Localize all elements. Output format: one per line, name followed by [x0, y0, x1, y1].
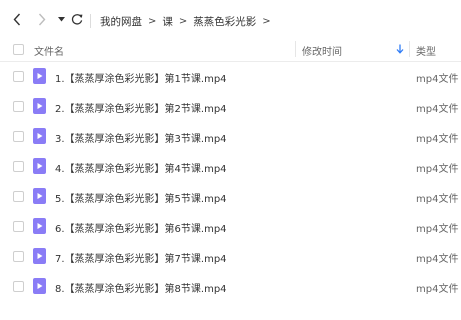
breadcrumb-separator: >	[148, 15, 157, 27]
file-list-header: 文件名 修改时间 类型	[0, 39, 461, 62]
breadcrumb-item-root[interactable]: 我的网盘	[100, 14, 142, 29]
breadcrumb-separator: >	[178, 15, 188, 27]
refresh-icon	[71, 14, 83, 25]
arrow-down-icon[interactable]	[396, 44, 404, 54]
row-checkbox[interactable]	[13, 71, 24, 82]
video-file-icon	[33, 188, 46, 204]
file-type: mp4文件	[416, 224, 459, 235]
row-checkbox[interactable]	[13, 191, 24, 202]
file-type: mp4文件	[416, 254, 459, 265]
file-name[interactable]: 3.【蒸蒸厚涂色彩光影】第3节课.mp4	[55, 130, 227, 145]
row-checkbox[interactable]	[13, 131, 24, 142]
file-name[interactable]: 1.【蒸蒸厚涂色彩光影】第1节课.mp4	[55, 70, 227, 85]
table-row[interactable]: 3.【蒸蒸厚涂色彩光影】第3节课.mp4 mp4文件	[0, 122, 461, 152]
file-name[interactable]: 7.【蒸蒸厚涂色彩光影】第7节课.mp4	[55, 250, 227, 265]
caret-down-icon	[57, 16, 65, 21]
video-file-icon	[33, 68, 46, 84]
file-type: mp4文件	[416, 134, 459, 145]
forward-button[interactable]	[35, 10, 49, 28]
table-row[interactable]: 7.【蒸蒸厚涂色彩光影】第7节课.mp4 mp4文件	[0, 242, 461, 272]
row-checkbox[interactable]	[13, 251, 24, 262]
row-checkbox[interactable]	[13, 161, 24, 172]
toolbar-divider	[90, 14, 91, 28]
video-file-icon	[33, 248, 46, 264]
table-row[interactable]: 6.【蒸蒸厚涂色彩光影】第6节课.mp4 mp4文件	[0, 212, 461, 242]
video-file-icon	[33, 158, 46, 174]
table-row[interactable]: 1.【蒸蒸厚涂色彩光影】第1节课.mp4 mp4文件	[0, 62, 461, 92]
toolbar: 我的网盘 > 课 > 蒸蒸色彩光影 >	[0, 0, 461, 38]
file-type: mp4文件	[416, 104, 459, 115]
chevron-left-icon	[13, 13, 21, 25]
breadcrumb: 我的网盘 > 课 > 蒸蒸色彩光影 >	[100, 12, 277, 30]
file-name[interactable]: 2.【蒸蒸厚涂色彩光影】第2节课.mp4	[55, 100, 227, 115]
file-type: mp4文件	[416, 284, 459, 295]
select-all-checkbox[interactable]	[13, 44, 24, 55]
row-checkbox[interactable]	[13, 281, 24, 292]
table-row[interactable]: 2.【蒸蒸厚涂色彩光影】第2节课.mp4 mp4文件	[0, 92, 461, 122]
video-file-icon	[33, 98, 46, 114]
table-row[interactable]: 5.【蒸蒸厚涂色彩光影】第5节课.mp4 mp4文件	[0, 182, 461, 212]
column-header-name[interactable]: 文件名	[34, 43, 64, 58]
back-button[interactable]	[10, 10, 24, 28]
breadcrumb-item-current[interactable]: 蒸蒸色彩光影	[193, 14, 256, 29]
file-name[interactable]: 6.【蒸蒸厚涂色彩光影】第6节课.mp4	[55, 220, 227, 235]
breadcrumb-separator: >	[262, 15, 271, 27]
video-file-icon	[33, 128, 46, 144]
column-divider[interactable]	[409, 41, 410, 57]
video-file-icon	[33, 218, 46, 234]
file-type: mp4文件	[416, 194, 459, 205]
table-row[interactable]: 8.【蒸蒸厚涂色彩光影】第8节课.mp4 mp4文件	[0, 272, 461, 302]
table-row[interactable]: 4.【蒸蒸厚涂色彩光影】第4节课.mp4 mp4文件	[0, 152, 461, 182]
column-header-type[interactable]: 类型	[416, 43, 436, 58]
file-type: mp4文件	[416, 74, 459, 85]
column-header-modified[interactable]: 修改时间	[302, 43, 342, 58]
column-divider[interactable]	[295, 41, 296, 57]
file-name[interactable]: 4.【蒸蒸厚涂色彩光影】第4节课.mp4	[55, 160, 227, 175]
breadcrumb-item-course[interactable]: 课	[162, 14, 173, 29]
video-file-icon	[33, 278, 46, 294]
file-type: mp4文件	[416, 164, 459, 175]
row-checkbox[interactable]	[13, 221, 24, 232]
history-dropdown-button[interactable]	[56, 10, 66, 28]
chevron-right-icon	[38, 13, 46, 25]
row-checkbox[interactable]	[13, 101, 24, 112]
file-name[interactable]: 5.【蒸蒸厚涂色彩光影】第5节课.mp4	[55, 190, 227, 205]
refresh-button[interactable]	[70, 10, 84, 28]
file-name[interactable]: 8.【蒸蒸厚涂色彩光影】第8节课.mp4	[55, 280, 227, 295]
